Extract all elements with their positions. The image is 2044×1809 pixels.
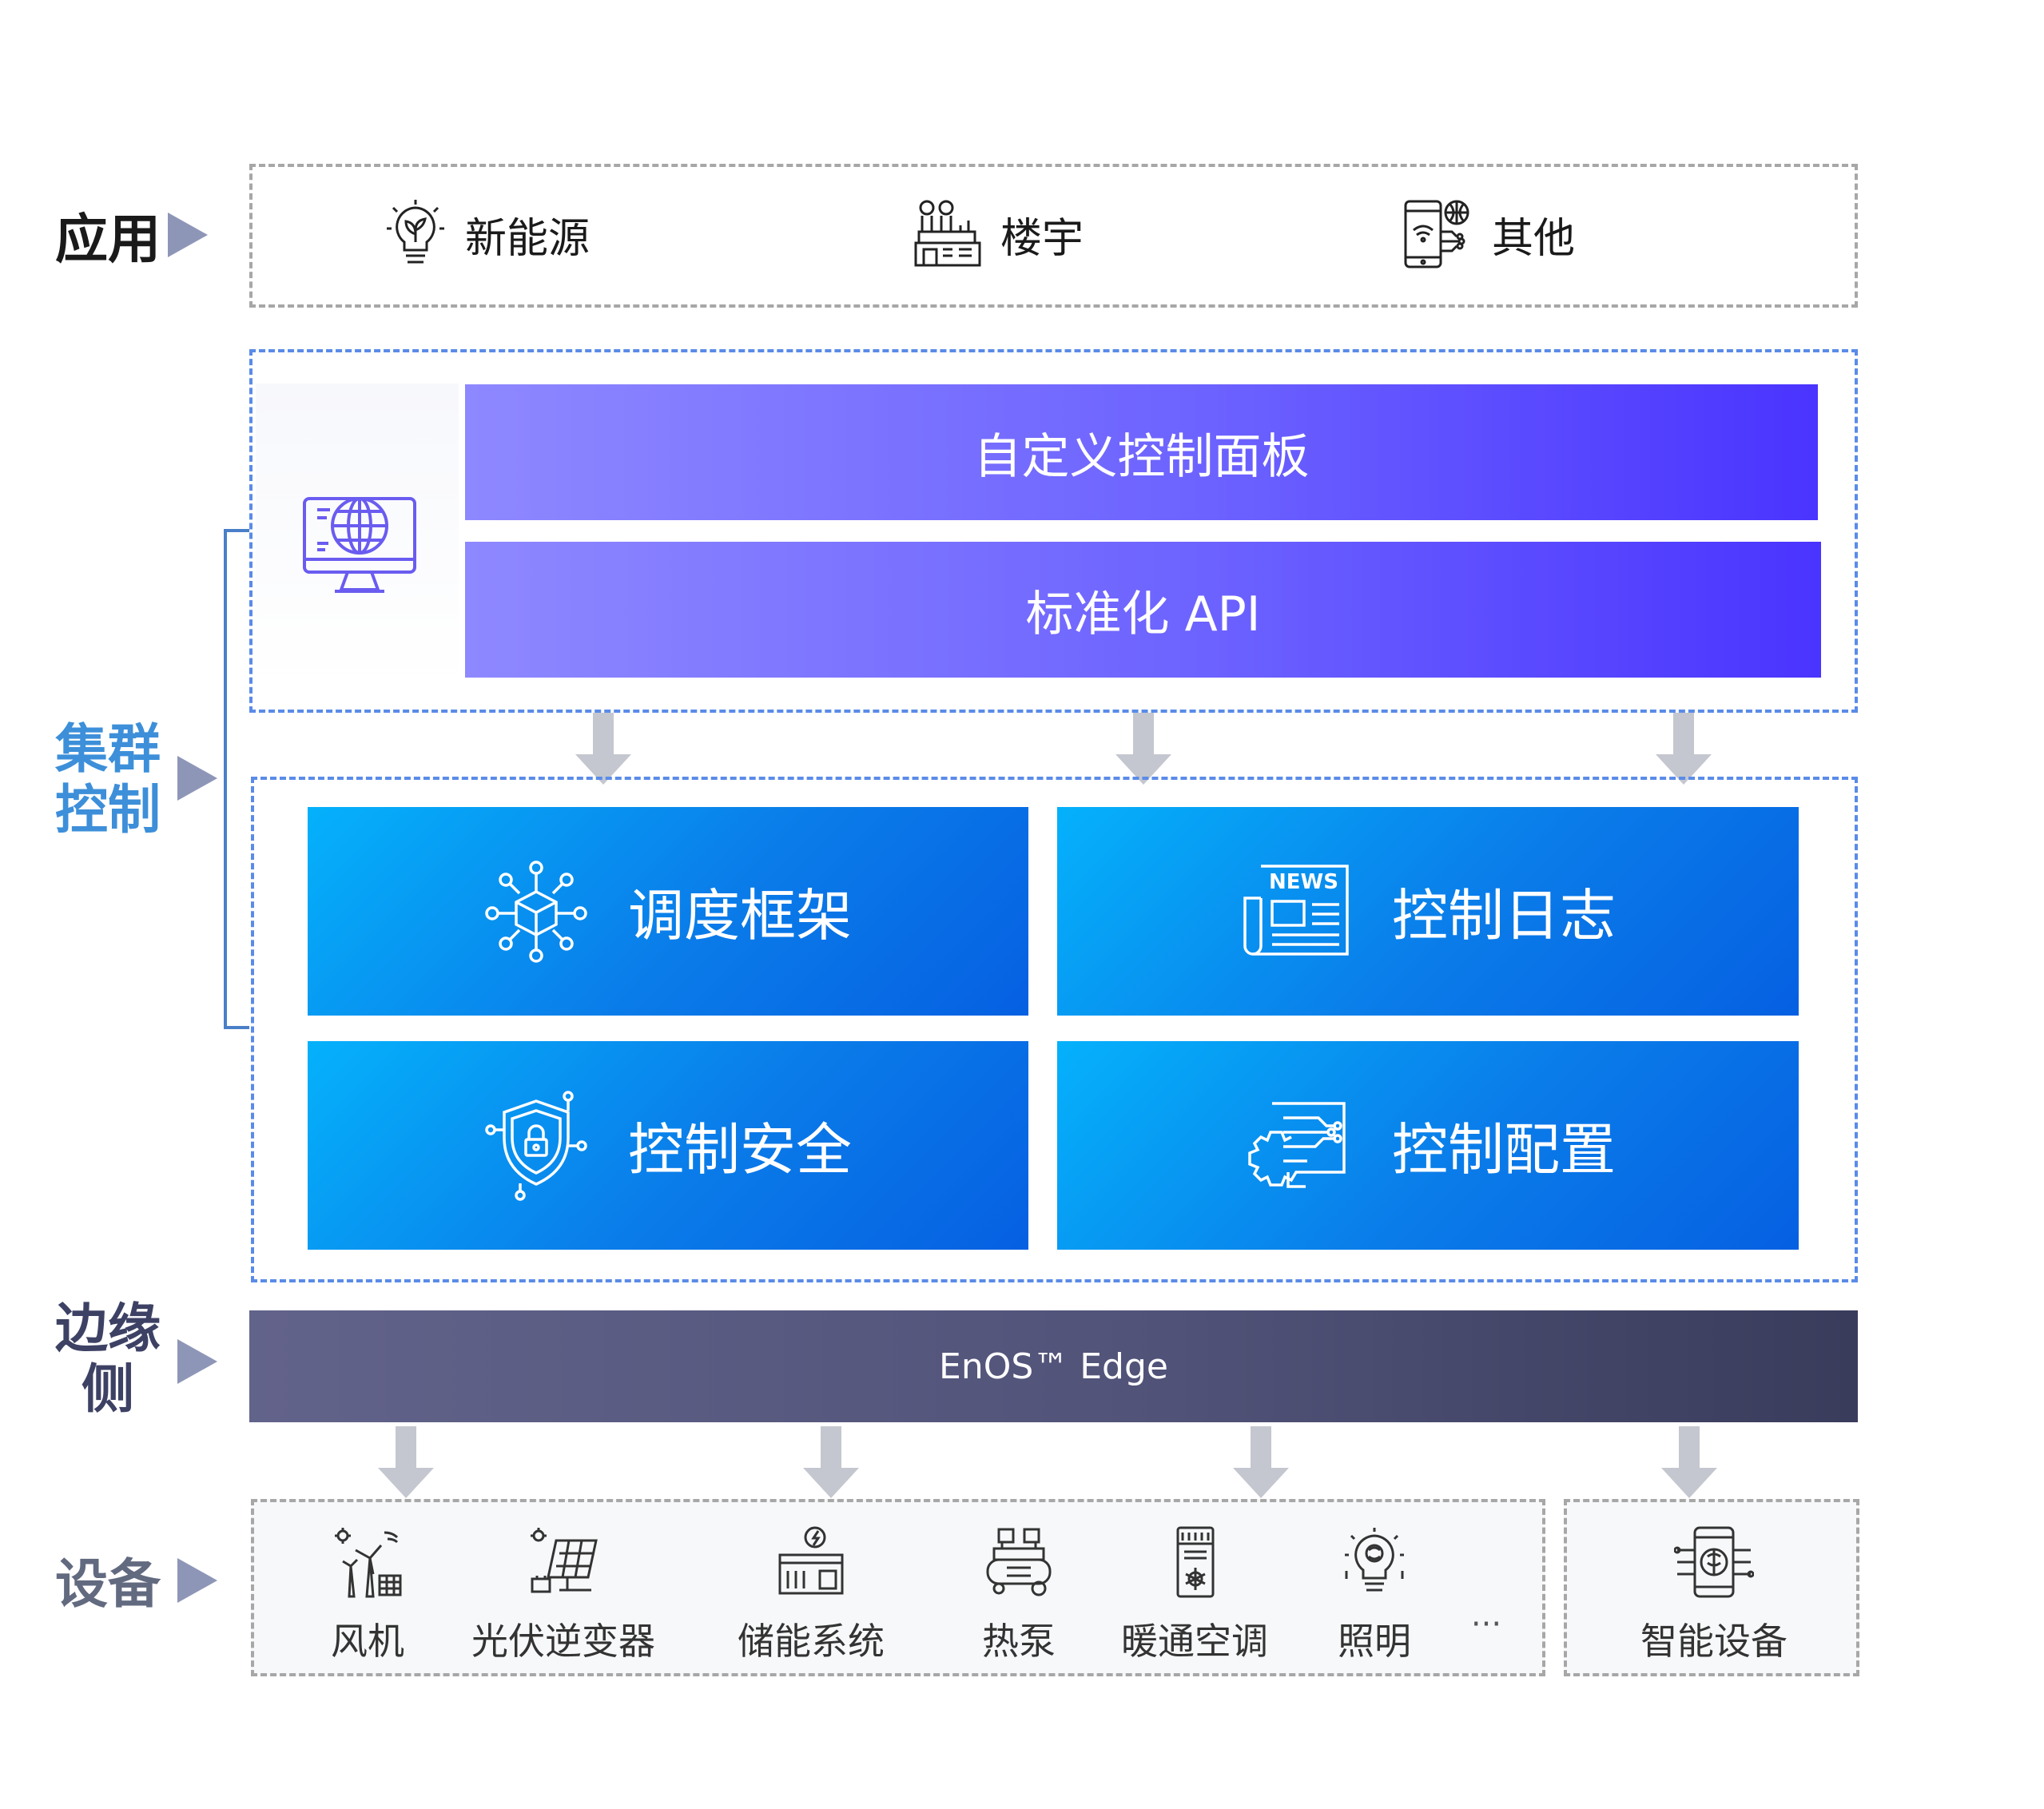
custom-control-panel-label: 自定义控制面板 bbox=[973, 428, 1310, 485]
triangle-icon bbox=[177, 1339, 217, 1384]
device-more[interactable]: ··· bbox=[1454, 1606, 1518, 1643]
device-label: 照明 bbox=[1338, 1620, 1411, 1663]
device-label: 光伏逆变器 bbox=[471, 1620, 655, 1663]
news-icon: NEWS bbox=[1243, 865, 1349, 956]
row-label-edge-line1: 边缘 bbox=[55, 1298, 161, 1359]
down-arrow-icon bbox=[1661, 1426, 1717, 1498]
row-label-edge-line2: 侧 bbox=[82, 1358, 134, 1420]
row-label-device: 设备 bbox=[55, 1553, 161, 1615]
device-label: 热泵 bbox=[982, 1620, 1056, 1663]
wind-turbine-icon bbox=[335, 1528, 402, 1598]
hvac-icon bbox=[1176, 1526, 1215, 1598]
globe-monitor-icon bbox=[303, 497, 416, 593]
triangle-icon bbox=[177, 756, 217, 801]
row-label-cluster: 集群 控制 bbox=[40, 719, 176, 841]
down-arrow-icon bbox=[803, 1426, 859, 1498]
down-arrow-icon bbox=[575, 713, 631, 785]
tile-dispatch-framework[interactable]: 调度框架 bbox=[308, 807, 1028, 1016]
solar-panel-icon bbox=[531, 1528, 598, 1593]
tile-label: 调度框架 bbox=[628, 883, 852, 948]
triangle-icon bbox=[177, 1558, 217, 1603]
row-label-cluster-line1: 集群 bbox=[55, 718, 161, 780]
network-cube-icon bbox=[485, 860, 587, 963]
down-arrow-icon bbox=[378, 1426, 434, 1498]
app-item-label: 新能源 bbox=[465, 214, 591, 263]
device-heat-pump[interactable]: 热泵 bbox=[967, 1526, 1071, 1665]
device-label: 暖通空调 bbox=[1121, 1620, 1268, 1663]
lightbulb-leaf-icon bbox=[387, 200, 444, 264]
energy-storage-icon bbox=[778, 1526, 844, 1595]
heat-pump-icon bbox=[986, 1528, 1052, 1596]
row-label-edge: 边缘 侧 bbox=[40, 1298, 176, 1420]
row-label-app: 应用 bbox=[55, 209, 161, 270]
triangle-icon bbox=[168, 213, 208, 257]
shield-lock-icon bbox=[485, 1090, 587, 1201]
app-item-other[interactable]: 其他 bbox=[1402, 198, 1575, 270]
standard-api-bar[interactable]: 标准化 API bbox=[465, 542, 1821, 678]
device-smart[interactable]: 智能设备 bbox=[1626, 1526, 1802, 1665]
down-arrow-icon bbox=[1656, 713, 1712, 785]
device-hvac[interactable]: 暖通空调 bbox=[1115, 1526, 1275, 1665]
device-label: 风机 bbox=[331, 1620, 404, 1663]
smart-bulb-icon bbox=[1345, 1528, 1404, 1592]
row-label-cluster-line2: 控制 bbox=[55, 778, 161, 841]
custom-control-panel-bar[interactable]: 自定义控制面板 bbox=[465, 384, 1818, 520]
standard-api-label: 标准化 API bbox=[1025, 586, 1261, 642]
tile-control-config[interactable]: 控制配置 bbox=[1057, 1041, 1799, 1250]
down-arrow-icon bbox=[1115, 713, 1171, 785]
app-item-building[interactable]: 楼宇 bbox=[911, 198, 1084, 270]
device-more-label: ··· bbox=[1470, 1606, 1502, 1643]
device-label: 智能设备 bbox=[1640, 1620, 1788, 1663]
device-energy-storage[interactable]: 储能系统 bbox=[723, 1526, 899, 1665]
device-pv-inverter[interactable]: 光伏逆变器 bbox=[467, 1526, 659, 1665]
device-label: 储能系统 bbox=[738, 1620, 885, 1663]
tile-label: 控制配置 bbox=[1392, 1117, 1616, 1183]
cluster-bracket bbox=[224, 529, 249, 1029]
device-wind-turbine[interactable]: 风机 bbox=[316, 1526, 420, 1665]
enos-edge-label: EnOS™ Edge bbox=[939, 1346, 1168, 1387]
down-arrow-icon bbox=[1233, 1426, 1289, 1498]
smart-device-icon bbox=[1674, 1526, 1754, 1598]
phone-network-icon bbox=[1404, 200, 1469, 268]
tile-label: 控制安全 bbox=[628, 1117, 852, 1183]
tile-control-log[interactable]: NEWS 控制日志 bbox=[1057, 807, 1799, 1016]
app-item-label: 其他 bbox=[1492, 214, 1576, 263]
factory-building-icon bbox=[914, 200, 981, 267]
tile-control-security[interactable]: 控制安全 bbox=[308, 1041, 1028, 1250]
enos-edge-bar[interactable]: EnOS™ Edge bbox=[249, 1310, 1858, 1422]
app-item-label: 楼宇 bbox=[1000, 214, 1084, 263]
tile-label: 控制日志 bbox=[1392, 883, 1616, 948]
svg-text:NEWS: NEWS bbox=[1269, 870, 1338, 894]
device-lighting[interactable]: 照明 bbox=[1318, 1526, 1430, 1665]
app-item-new-energy[interactable]: 新能源 bbox=[384, 198, 590, 270]
gear-circuit-icon bbox=[1248, 1101, 1346, 1188]
